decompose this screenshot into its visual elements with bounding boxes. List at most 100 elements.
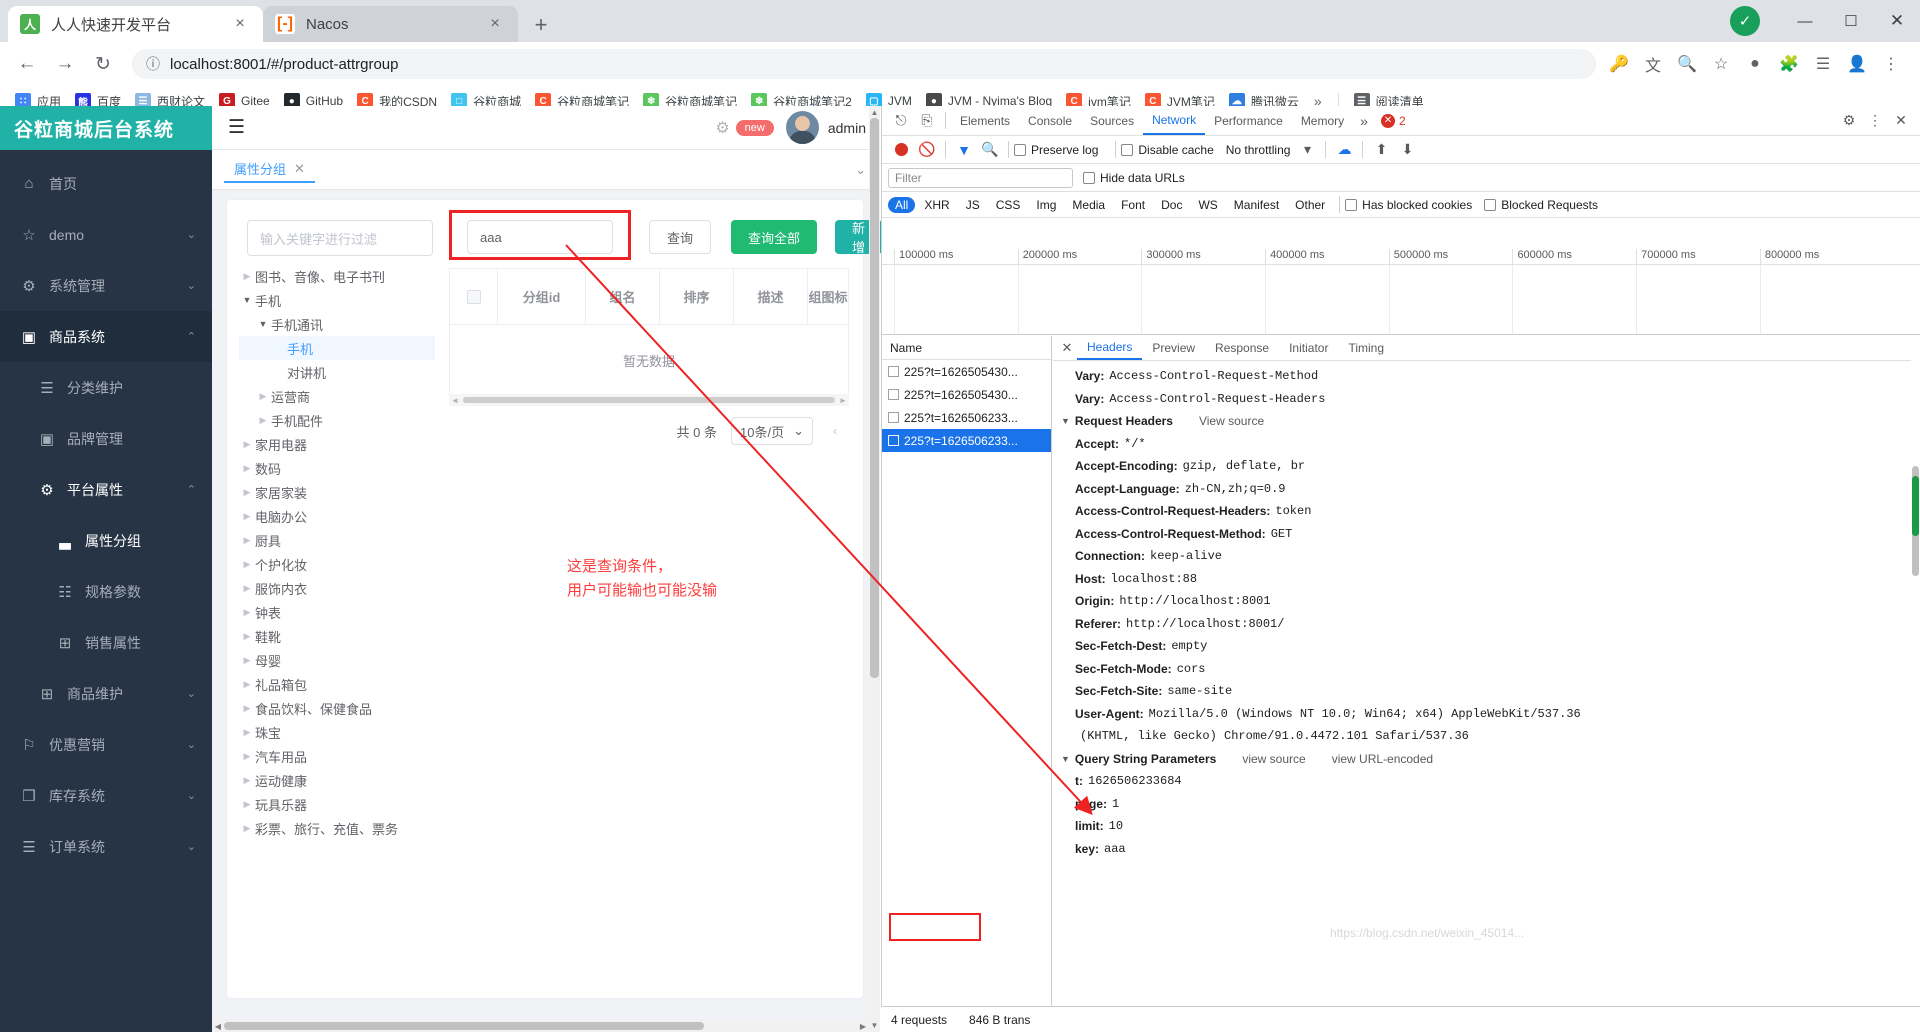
chevron-right-icon[interactable]: ▶ (239, 655, 255, 666)
column-header-groupid[interactable]: 分组id (498, 269, 586, 324)
sidebar-item-10[interactable]: ⊞ 商品维护 ⌄ (0, 668, 212, 719)
scroll-right-icon[interactable]: ▶ (857, 1022, 869, 1031)
chevron-down-icon[interactable]: ▾ (1294, 138, 1320, 162)
tree-node[interactable]: ▶ 手机配件 (239, 408, 435, 432)
chevron-down-icon[interactable]: ▼ (1061, 754, 1070, 764)
sidebar-item-2[interactable]: ⚙ 系统管理 ⌄ (0, 260, 212, 311)
request-row[interactable]: 225?t=1626505430... (882, 383, 1051, 406)
device-toolbar-icon[interactable]: ⎘ (914, 109, 940, 133)
view-source-link[interactable]: view source (1242, 752, 1305, 766)
search-icon[interactable]: 🔍 (977, 138, 1003, 162)
back-icon[interactable]: ← (10, 47, 44, 81)
column-header-icon[interactable]: 组图标 (808, 269, 848, 324)
chevron-right-icon[interactable]: ▶ (239, 463, 255, 474)
star-icon[interactable]: ☆ (1706, 49, 1736, 79)
resource-filter-all[interactable]: All (888, 196, 916, 213)
sidebar-item-6[interactable]: ⚙ 平台属性 ⌃ (0, 464, 212, 515)
inspect-element-icon[interactable]: ⎋ (888, 109, 914, 133)
close-icon[interactable]: × (229, 13, 251, 35)
chevron-down-icon[interactable]: ▼ (1061, 416, 1070, 426)
column-header-groupname[interactable]: 组名 (586, 269, 660, 324)
resource-filter-other[interactable]: Other (1288, 197, 1332, 213)
scrollbar-thumb[interactable] (463, 397, 835, 403)
devtools-menu-icon[interactable]: ⋮ (1862, 109, 1888, 133)
new-tab-button[interactable]: + (524, 8, 558, 42)
query-all-button[interactable]: 查询全部 (731, 220, 818, 254)
request-row[interactable]: 225?t=1626506233... (882, 429, 1051, 452)
column-header-desc[interactable]: 描述 (734, 269, 808, 324)
close-icon[interactable]: ✕ (294, 161, 305, 177)
view-url-encoded-link[interactable]: view URL-encoded (1332, 752, 1433, 766)
sidebar-item-13[interactable]: ☰ 订单系统 ⌄ (0, 821, 212, 872)
maximize-button[interactable]: ☐ (1828, 0, 1874, 42)
detail-tab-initiator[interactable]: Initiator (1279, 336, 1338, 360)
checkbox-icon[interactable] (466, 289, 481, 304)
chevron-right-icon[interactable]: ▶ (255, 415, 271, 426)
select-all-header[interactable] (450, 269, 498, 324)
page-size-select[interactable]: 10条/页 ⌄ (731, 417, 813, 445)
page-vertical-scrollbar[interactable]: ▲ ▼ (869, 106, 880, 1032)
request-row[interactable]: 225?t=1626506233... (882, 406, 1051, 429)
chevron-right-icon[interactable]: ▶ (239, 583, 255, 594)
chevron-right-icon[interactable]: ▶ (239, 607, 255, 618)
close-detail-icon[interactable]: ✕ (1057, 340, 1077, 356)
sidebar-item-3[interactable]: ▣ 商品系统 ⌃ (0, 311, 212, 362)
key-icon[interactable]: 🔑 (1604, 49, 1634, 79)
chevron-right-icon[interactable]: ▶ (239, 703, 255, 714)
resource-filter-css[interactable]: CSS (989, 197, 1028, 213)
has-blocked-cookies-checkbox[interactable]: Has blocked cookies (1345, 198, 1472, 212)
devtools-tab-memory[interactable]: Memory (1292, 106, 1353, 135)
extension-list-icon[interactable]: ☰ (1808, 49, 1838, 79)
scroll-right-icon[interactable]: ► (837, 396, 849, 405)
chevron-right-icon[interactable]: ▶ (239, 535, 255, 546)
detail-tab-preview[interactable]: Preview (1142, 336, 1205, 360)
tree-node[interactable]: ▶ 珠宝 (239, 720, 435, 744)
tree-filter-input[interactable]: 输入关键字进行过滤 (247, 220, 433, 256)
chevron-right-icon[interactable]: ▶ (239, 679, 255, 690)
chevron-down-icon[interactable]: ⌄ (855, 162, 866, 178)
devtools-close-icon[interactable]: ✕ (1888, 109, 1914, 133)
minimize-button[interactable]: — (1782, 0, 1828, 42)
browser-menu-icon[interactable]: ⋮ (1876, 49, 1906, 79)
tree-node[interactable]: ▶ 食品饮料、保健食品 (239, 696, 435, 720)
chevron-right-icon[interactable]: ▶ (239, 631, 255, 642)
disable-cache-checkbox[interactable]: Disable cache (1121, 143, 1214, 157)
tree-node[interactable]: ▶ 运营商 (239, 384, 435, 408)
tree-node[interactable]: ▼ 手机 (239, 288, 435, 312)
scroll-up-icon[interactable]: ▲ (869, 108, 880, 117)
devtools-tab-network[interactable]: Network (1143, 106, 1206, 135)
scroll-down-icon[interactable]: ▼ (869, 1021, 880, 1030)
sidebar-item-0[interactable]: ⌂ 首页 (0, 158, 212, 209)
tree-node[interactable]: ▶ 礼品箱包 (239, 672, 435, 696)
chevron-right-icon[interactable]: ▶ (239, 799, 255, 810)
reload-icon[interactable]: ↻ (86, 47, 120, 81)
window-close-button[interactable]: ✕ (1874, 0, 1920, 42)
detail-tab-response[interactable]: Response (1205, 336, 1279, 360)
close-icon[interactable]: × (484, 13, 506, 35)
settings-gear-icon[interactable]: ⚙ (1836, 109, 1862, 133)
scroll-left-icon[interactable]: ◄ (449, 396, 461, 405)
resource-filter-media[interactable]: Media (1065, 197, 1112, 213)
chevron-right-icon[interactable]: ▶ (239, 559, 255, 570)
filter-input[interactable]: Filter (888, 167, 1073, 188)
tree-node[interactable]: ▶手机 (239, 336, 435, 360)
blocked-requests-checkbox[interactable]: Blocked Requests (1484, 198, 1598, 212)
chevron-right-icon[interactable]: ▶ (239, 439, 255, 450)
tree-node[interactable]: ▶ 电脑办公 (239, 504, 435, 528)
tree-node[interactable]: ▶ 家居家装 (239, 480, 435, 504)
chevron-right-icon[interactable]: ▶ (239, 775, 255, 786)
import-har-icon[interactable]: ⬆ (1368, 138, 1394, 162)
detail-scrollbar[interactable] (1911, 336, 1920, 1006)
tree-node[interactable]: ▶ 汽车用品 (239, 744, 435, 768)
translate-icon[interactable]: 文 (1638, 49, 1668, 79)
tree-node[interactable]: ▶ 彩票、旅行、充值、票务 (239, 816, 435, 840)
query-params-section[interactable]: ▼ Query String Parameters view source view … (1061, 748, 1905, 771)
sidebar-item-12[interactable]: ❒ 库存系统 ⌄ (0, 770, 212, 821)
scroll-left-icon[interactable]: ◀ (212, 1022, 224, 1031)
column-header-sort[interactable]: 排序 (660, 269, 734, 324)
scrollbar-thumb[interactable] (224, 1022, 704, 1030)
detail-tab-timing[interactable]: Timing (1338, 336, 1394, 360)
resource-filter-manifest[interactable]: Manifest (1227, 197, 1286, 213)
chevron-right-icon[interactable]: ▶ (239, 823, 255, 834)
site-info-icon[interactable]: ⓘ (146, 54, 160, 74)
